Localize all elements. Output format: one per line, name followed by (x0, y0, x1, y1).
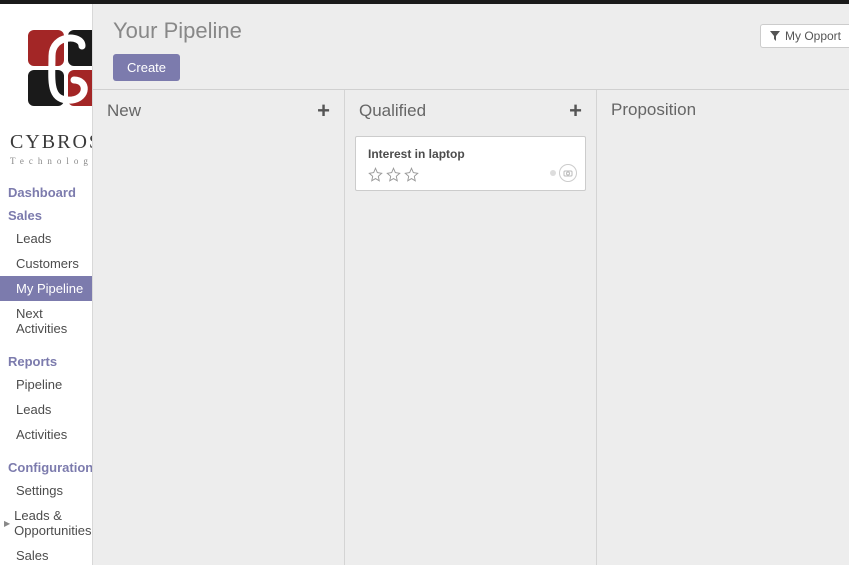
column-header: Qualified + (345, 90, 596, 132)
nav-item-customers[interactable]: Customers (0, 251, 92, 276)
filter-button[interactable]: My Opport (760, 24, 849, 48)
nav-item-settings[interactable]: Settings (0, 478, 92, 503)
star-icon[interactable] (368, 167, 383, 182)
column-title: Proposition (611, 100, 696, 120)
nav-item-leads-opportunities[interactable]: ▶ Leads & Opportunities (0, 503, 92, 543)
caret-icon: ▶ (4, 519, 10, 528)
nav-section-sales[interactable]: Sales (0, 203, 92, 226)
filter-label: My Opport (785, 29, 841, 43)
kanban-board: New + Qualified + Interest in laptop (93, 90, 849, 565)
assignee-avatar[interactable] (559, 164, 577, 182)
nav-section-configuration[interactable]: Configuration (0, 455, 92, 478)
column-title: Qualified (359, 101, 426, 121)
star-icon[interactable] (404, 167, 419, 182)
brand-name: CYBROSYS (10, 131, 82, 154)
column-header: New + (93, 90, 344, 132)
nav-item-my-pipeline[interactable]: My Pipeline (0, 276, 92, 301)
add-card-button[interactable]: + (317, 100, 330, 122)
kanban-column-new: New + (93, 90, 345, 565)
nav-item-sales-teams[interactable]: Sales Teams (0, 543, 92, 565)
create-button[interactable]: Create (113, 54, 180, 81)
main-content: Your Pipeline Create My Opport New + Qua… (93, 0, 849, 565)
add-card-button[interactable]: + (569, 100, 582, 122)
funnel-icon (769, 30, 781, 42)
brand-logo-area: TM CYBROSYS Technologies (0, 4, 92, 180)
kanban-card[interactable]: Interest in laptop (355, 136, 586, 191)
column-title: New (107, 101, 141, 121)
priority-stars[interactable] (368, 167, 573, 182)
star-icon[interactable] (386, 167, 401, 182)
camera-icon (563, 168, 573, 178)
card-meta (550, 164, 577, 182)
nav-item-pipeline[interactable]: Pipeline (0, 372, 92, 397)
nav-item-next-activities[interactable]: Next Activities (0, 301, 92, 341)
nav-item-label: Leads & Opportunities (14, 508, 91, 538)
column-header: Proposition (597, 90, 849, 130)
kanban-column-qualified: Qualified + Interest in laptop (345, 90, 597, 565)
status-dot-icon (550, 170, 556, 176)
nav-item-activities[interactable]: Activities (0, 422, 92, 447)
sidebar: TM CYBROSYS Technologies Dashboard Sales… (0, 0, 93, 565)
nav-section-reports[interactable]: Reports (0, 349, 92, 372)
page-title: Your Pipeline (113, 18, 829, 44)
page-header: Your Pipeline Create My Opport (93, 4, 849, 90)
nav-item-report-leads[interactable]: Leads (0, 397, 92, 422)
brand-logo-icon: TM (10, 22, 93, 122)
nav-section-dashboard[interactable]: Dashboard (0, 180, 92, 203)
kanban-column-proposition: Proposition (597, 90, 849, 565)
card-title: Interest in laptop (368, 147, 573, 161)
brand-tagline: Technologies (10, 156, 82, 166)
nav-item-leads[interactable]: Leads (0, 226, 92, 251)
